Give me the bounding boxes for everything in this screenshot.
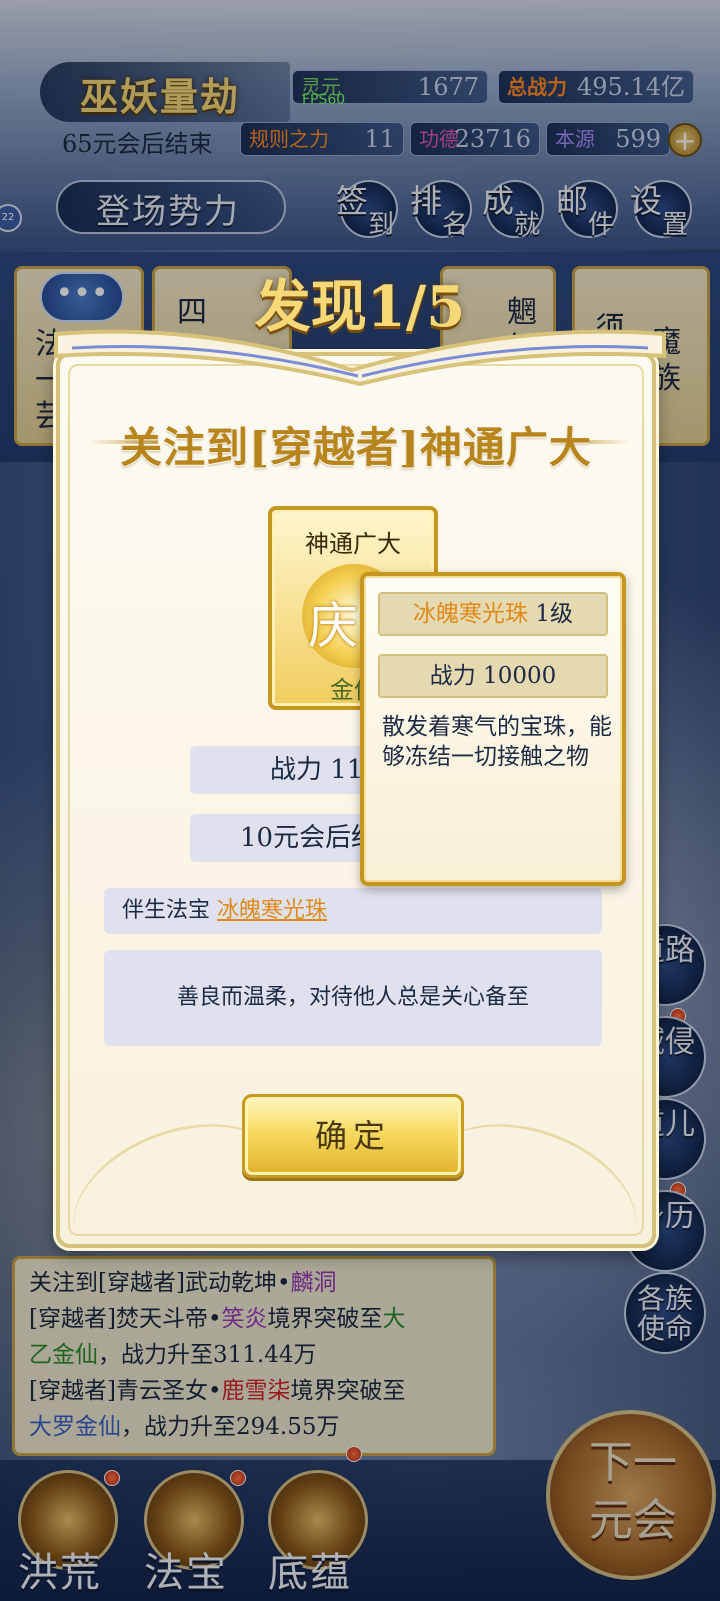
trait-emblem-char: 庆 xyxy=(308,597,358,655)
treasure-tooltip: 冰魄寒光珠 1级 战力 10000 散发着寒气的宝珠，能够冻结一切接触之物 xyxy=(360,572,626,886)
description-text: 善良而温柔，对待他人总是关心备至 xyxy=(176,985,529,1010)
tooltip-power: 战力 10000 xyxy=(429,663,557,689)
power-text: 战力 11 xyxy=(270,755,364,785)
dialog-heading: 关注到[穿越者]神通广大 xyxy=(120,423,592,472)
description-box: 善良而温柔，对待他人总是关心备至 xyxy=(104,950,602,1046)
treasure-row: 伴生法宝 冰魄寒光珠 xyxy=(104,888,602,934)
dialog-title: 发现1/5 xyxy=(254,274,466,340)
tooltip-item-level: 1级 xyxy=(535,601,573,627)
confirm-button[interactable]: 确定 xyxy=(242,1094,464,1178)
treasure-link[interactable]: 冰魄寒光珠 xyxy=(217,898,327,923)
trait-name: 神通广大 xyxy=(305,530,401,558)
tooltip-power-bar: 战力 10000 xyxy=(378,654,608,698)
tooltip-description: 散发着寒气的宝珠，能够冻结一切接触之物 xyxy=(382,714,612,770)
duration-text: 10元会后结 xyxy=(240,823,378,853)
tooltip-title-bar: 冰魄寒光珠 1级 xyxy=(378,592,608,636)
treasure-label: 伴生法宝 xyxy=(122,898,211,923)
tooltip-item-name: 冰魄寒光珠 xyxy=(413,601,529,627)
